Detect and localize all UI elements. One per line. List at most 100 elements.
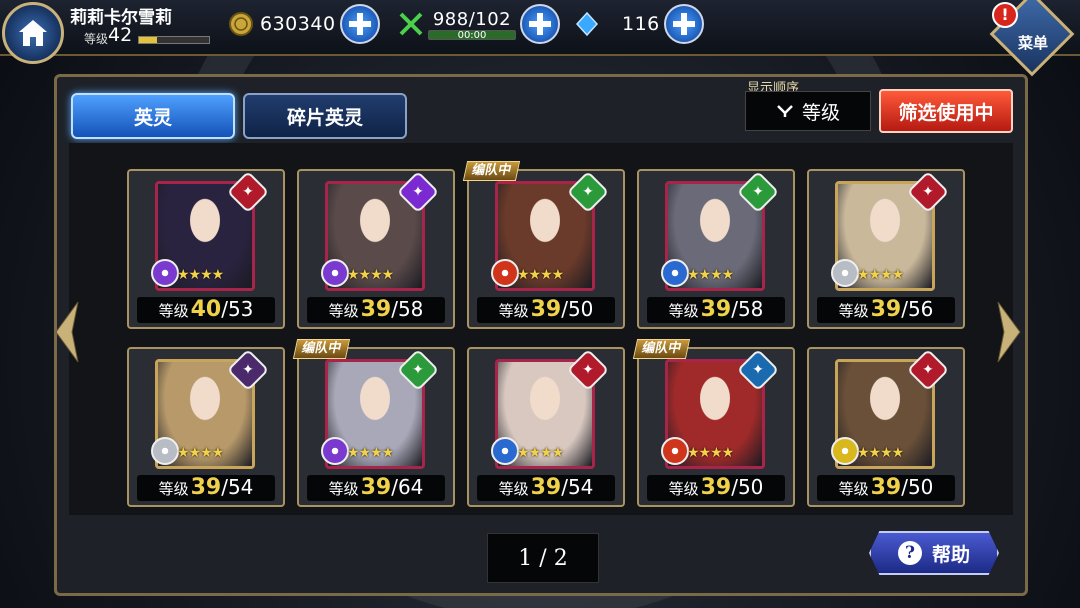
- tab-hero-shards[interactable]: 碎片英灵: [243, 93, 407, 139]
- rarity-stars: ★★★★: [177, 267, 224, 283]
- level-current: 39: [530, 297, 562, 322]
- in-team-tag: 编队中: [462, 161, 521, 181]
- level-current: 40: [190, 297, 222, 322]
- home-button[interactable]: [2, 2, 64, 64]
- rarity-stars: ★★★★: [857, 267, 904, 283]
- level-word: 等级: [328, 480, 359, 498]
- element-icon: [491, 437, 519, 465]
- crystal-counter: 116: [574, 4, 704, 44]
- sort-dropdown[interactable]: 等级: [745, 91, 871, 131]
- level-current: 39: [360, 475, 392, 500]
- level-max: /58: [391, 297, 424, 321]
- level-current: 39: [870, 297, 902, 322]
- level-current: 39: [700, 297, 732, 322]
- plus-icon: [529, 13, 551, 35]
- sort-value: 等级: [801, 101, 840, 124]
- buy-stamina-button[interactable]: [520, 4, 560, 44]
- level-max: /56: [901, 297, 934, 321]
- rarity-stars: ★★★★: [857, 445, 904, 461]
- level-max: /53: [221, 297, 254, 321]
- level-word: 等级: [158, 302, 189, 320]
- level-current: 39: [870, 475, 902, 500]
- hero-level: 等级 39 /50: [817, 475, 955, 501]
- level-max: /64: [391, 475, 424, 499]
- hero-level: 等级 39 /64: [307, 475, 445, 501]
- level-max: /50: [901, 475, 934, 499]
- level-word: 等级: [838, 480, 869, 498]
- rarity-stars: ★★★★: [517, 267, 564, 283]
- hero-level: 等级 39 /54: [477, 475, 615, 501]
- rarity-stars: ★★★★: [347, 267, 394, 283]
- tab-heroes[interactable]: 英灵: [71, 93, 235, 139]
- menu-button[interactable]: 菜单 !: [989, 0, 1078, 77]
- home-icon: [19, 20, 47, 46]
- status-bar: 莉莉卡尔雪莉 等级 42 630340 988/102 00:00 116: [0, 0, 1080, 56]
- element-icon: [321, 259, 349, 287]
- level-max: /50: [561, 297, 594, 321]
- crossed-swords-icon: [398, 11, 424, 37]
- element-icon: [151, 437, 179, 465]
- page-indicator: 1 / 2: [487, 533, 599, 583]
- element-icon: [151, 259, 179, 287]
- in-team-tag: 编队中: [292, 339, 351, 359]
- prev-page-arrow[interactable]: [54, 300, 80, 364]
- hero-card[interactable]: ✦ ★★★★ 等级 40 /53: [127, 169, 285, 329]
- exp-fill: [139, 37, 157, 43]
- hero-level: 等级 39 /54: [137, 475, 275, 501]
- stamina-timer: 00:00: [457, 29, 487, 41]
- in-team-tag: 编队中: [632, 339, 691, 359]
- menu-label: 菜单: [1018, 34, 1049, 52]
- level-max: /54: [221, 475, 254, 499]
- element-icon: [661, 259, 689, 287]
- hero-card[interactable]: ✦ ★★★★ 等级 39 /50: [807, 347, 965, 507]
- buy-gold-button[interactable]: [339, 4, 380, 44]
- level-word: 等级: [498, 480, 529, 498]
- level-max: /58: [731, 297, 764, 321]
- hero-level: 等级 39 /58: [647, 297, 785, 323]
- chevron-right-icon: [997, 301, 1021, 363]
- level-word: 等级: [838, 302, 869, 320]
- hero-card[interactable]: ✦ ★★★★ 等级 39 /64 编队中: [292, 339, 455, 507]
- level-current: 39: [360, 297, 392, 322]
- hero-grid: ✦ ★★★★ 等级 40 /53 ✦ ★★★★ 等级 39 /58 ✦ ★★★★…: [69, 143, 1013, 515]
- question-icon: ?: [897, 541, 922, 565]
- player-level: 42: [108, 24, 133, 46]
- rarity-stars: ★★★★: [347, 445, 394, 461]
- hero-card[interactable]: ✦ ★★★★ 等级 39 /50 编队中: [462, 161, 625, 329]
- hero-card[interactable]: ✦ ★★★★ 等级 39 /58: [297, 169, 455, 329]
- hero-card[interactable]: ✦ ★★★★ 等级 39 /50 编队中: [632, 339, 795, 507]
- hero-card[interactable]: ✦ ★★★★ 等级 39 /54: [127, 347, 285, 507]
- stamina-amount: 988/102: [432, 8, 512, 30]
- rarity-stars: ★★★★: [687, 445, 734, 461]
- alert-icon: !: [992, 2, 1018, 28]
- rarity-stars: ★★★★: [517, 445, 564, 461]
- stamina-bar: 00:00: [428, 29, 516, 41]
- buy-crystal-button[interactable]: [663, 4, 704, 44]
- gold-counter: 630340: [228, 4, 380, 44]
- crystal-amount: 116: [622, 13, 660, 35]
- level-max: /50: [731, 475, 764, 499]
- level-max: /54: [561, 475, 594, 499]
- element-icon: [831, 259, 859, 287]
- stamina-counter: 988/102 00:00: [398, 4, 560, 44]
- hero-level: 等级 39 /58: [307, 297, 445, 323]
- hero-card[interactable]: ✦ ★★★★ 等级 39 /58: [637, 169, 795, 329]
- element-icon: [831, 437, 859, 465]
- filter-button[interactable]: 筛选使用中: [879, 89, 1013, 133]
- hero-card[interactable]: ✦ ★★★★ 等级 39 /54: [467, 347, 625, 507]
- plus-icon: [348, 13, 371, 35]
- next-page-arrow[interactable]: [996, 300, 1022, 364]
- level-word: 等级: [158, 480, 189, 498]
- level-word: 等级: [328, 302, 359, 320]
- level-current: 39: [530, 475, 562, 500]
- crystal-icon: [574, 11, 600, 37]
- help-button[interactable]: ? 帮助: [869, 531, 999, 575]
- help-label: 帮助: [931, 543, 970, 566]
- hero-card[interactable]: ✦ ★★★★ 等级 39 /56: [807, 169, 965, 329]
- gold-coin-icon: [228, 11, 254, 37]
- level-current: 39: [700, 475, 732, 500]
- gold-amount: 630340: [260, 13, 336, 35]
- hero-level: 等级 40 /53: [137, 297, 275, 323]
- level-word: 等级: [668, 302, 699, 320]
- hero-level: 等级 39 /50: [477, 297, 615, 323]
